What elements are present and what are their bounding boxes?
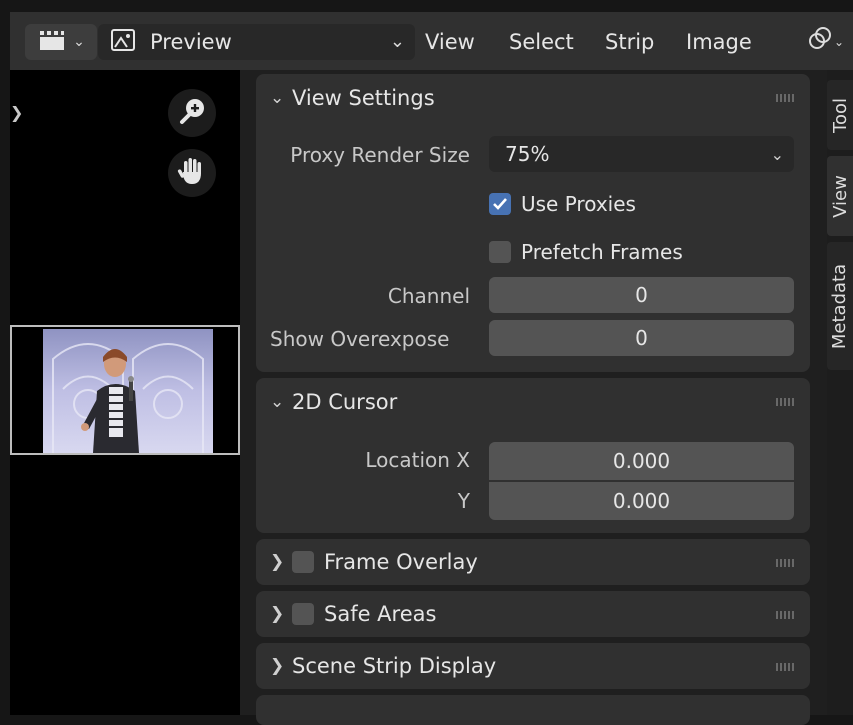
safe-areas-checkbox[interactable] [292, 603, 314, 625]
panel-header-view-settings[interactable]: ⌄ View Settings [270, 86, 435, 110]
video-frame-image [43, 329, 213, 453]
toolbar-expand-icon[interactable]: ❯ [10, 103, 23, 122]
panel-title: View Settings [292, 86, 435, 110]
panel-next-partial[interactable] [256, 695, 810, 725]
location-x-label: Location X [365, 448, 470, 472]
proxy-render-size-dropdown[interactable]: 75% ⌄ [489, 136, 794, 172]
drag-handle-icon[interactable] [776, 663, 794, 671]
chevron-down-icon: ⌄ [834, 35, 845, 49]
panel-header-frame-overlay[interactable]: ❯ Frame Overlay [270, 550, 478, 574]
panel-view-settings: ⌄ View Settings Proxy Render Size 75% ⌄ … [256, 74, 810, 372]
menu-image[interactable]: Image [686, 24, 752, 60]
sidebar-tabs: Tool View Metadata [827, 70, 853, 715]
location-y-field[interactable]: 0.000 [489, 482, 794, 520]
show-overexpose-label: Show Overexpose [270, 327, 450, 351]
chevron-down-icon: ⌄ [770, 144, 784, 164]
panel-title: Frame Overlay [324, 550, 478, 574]
drag-handle-icon[interactable] [776, 94, 794, 102]
panel-frame-overlay[interactable]: ❯ Frame Overlay [256, 539, 810, 585]
use-proxies-checkbox[interactable]: Use Proxies [489, 192, 636, 216]
use-proxies-label: Use Proxies [521, 192, 636, 216]
properties-sidebar: ⌄ View Settings Proxy Render Size 75% ⌄ … [240, 70, 827, 725]
preview-region[interactable]: ❯ [10, 70, 240, 715]
panel-header-safe-areas[interactable]: ❯ Safe Areas [270, 602, 436, 626]
channel-label: Channel [387, 284, 470, 308]
checkbox-checked-icon [489, 193, 511, 215]
zoom-in-icon [176, 95, 208, 131]
drag-handle-icon[interactable] [776, 611, 794, 619]
panel-2d-cursor: ⌄ 2D Cursor Location X 0.000 Y 0.000 [256, 378, 810, 533]
tab-view[interactable]: View [827, 156, 853, 236]
drag-handle-icon[interactable] [776, 559, 794, 567]
chevron-right-icon: ❯ [270, 656, 285, 676]
location-x-field[interactable]: 0.000 [489, 442, 794, 480]
channel-field[interactable]: 0 [489, 277, 794, 313]
chevron-down-icon: ⌄ [270, 392, 285, 412]
view-mode-dropdown[interactable]: Preview ⌄ [98, 24, 415, 60]
preview-frame [10, 325, 240, 455]
panel-scene-strip-display[interactable]: ❯ Scene Strip Display [256, 643, 810, 689]
chevron-right-icon: ❯ [270, 552, 285, 572]
panel-header-2d-cursor[interactable]: ⌄ 2D Cursor [270, 390, 397, 414]
view-mode-label: Preview [150, 30, 232, 54]
sequencer-clapper-icon [37, 29, 67, 55]
gizmo-toggle[interactable]: ⌄ [806, 24, 844, 60]
menu-view[interactable]: View [425, 24, 475, 60]
image-preview-icon [110, 27, 136, 57]
editor-header: ⌄ Preview ⌄ View Select Strip Image ⌄ [10, 12, 853, 70]
hand-pan-icon [176, 155, 208, 191]
tab-tool[interactable]: Tool [827, 80, 853, 150]
chevron-down-icon: ⌄ [389, 31, 405, 52]
chevron-down-icon: ⌄ [73, 34, 85, 50]
chevron-down-icon: ⌄ [270, 88, 285, 108]
zoom-button[interactable] [168, 89, 216, 137]
link-icon [806, 24, 834, 60]
panel-safe-areas[interactable]: ❯ Safe Areas [256, 591, 810, 637]
panel-title: 2D Cursor [292, 390, 398, 414]
show-overexpose-field[interactable]: 0 [489, 320, 794, 356]
pan-button[interactable] [168, 149, 216, 197]
panel-header-scene-strip-display[interactable]: ❯ Scene Strip Display [270, 654, 496, 678]
prefetch-frames-label: Prefetch Frames [521, 240, 683, 264]
panel-title: Safe Areas [324, 602, 437, 626]
menu-select[interactable]: Select [509, 24, 574, 60]
location-y-label: Y [457, 489, 470, 513]
prefetch-frames-checkbox[interactable]: Prefetch Frames [489, 240, 683, 264]
chevron-right-icon: ❯ [270, 604, 285, 624]
frame-overlay-checkbox[interactable] [292, 551, 314, 573]
tab-metadata[interactable]: Metadata [827, 242, 853, 370]
proxy-render-size-value: 75% [505, 142, 550, 166]
panel-title: Scene Strip Display [292, 654, 497, 678]
menu-strip[interactable]: Strip [605, 24, 654, 60]
drag-handle-icon[interactable] [776, 398, 794, 406]
editor-type-selector[interactable]: ⌄ [25, 24, 97, 60]
checkbox-unchecked-icon [489, 241, 511, 263]
proxy-render-size-label: Proxy Render Size [290, 143, 470, 167]
